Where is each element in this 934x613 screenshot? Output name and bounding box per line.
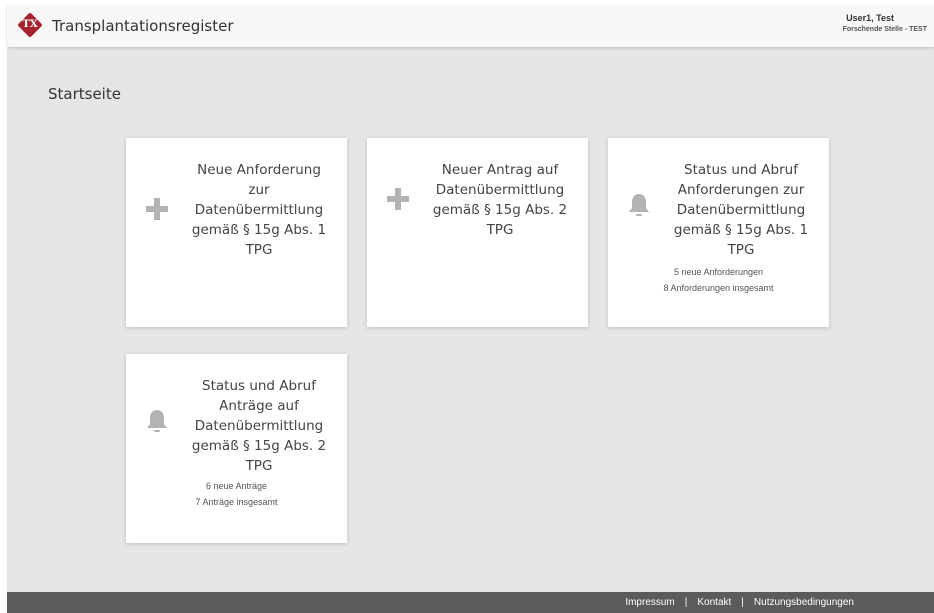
total-count: 8 Anforderungen insgesamt <box>663 283 774 293</box>
app-frame: TX Transplantationsregister User1, Test … <box>7 5 934 613</box>
nutzungsbedingungen-link[interactable]: Nutzungsbedingungen <box>754 597 854 608</box>
card-title-line: Neuer Antrag auf <box>441 162 559 178</box>
card-title-line: Datenübermittlung <box>676 202 806 218</box>
card-title-line: TPG <box>486 222 514 238</box>
card-title-line: Anträge auf <box>219 398 299 414</box>
card-status-requests[interactable]: Status und Abruf Anforderungen zur Daten… <box>608 138 829 327</box>
card-title-line: TPG <box>245 242 273 258</box>
new-count: 6 neue Anträge <box>205 481 268 491</box>
new-count: 5 neue Anforderungen <box>673 267 764 277</box>
user-role: Forschende Stelle - TEST <box>842 26 927 33</box>
card-title-line: TPG <box>727 242 755 258</box>
card-title-line: Neue Anforderung <box>197 162 321 178</box>
app-title[interactable]: Transplantationsregister <box>52 15 234 37</box>
footer-bar: Impressum | Kontakt | Nutzungsbedingungen <box>7 592 934 613</box>
card-title-line: gemäß § 15g Abs. 1 <box>191 222 327 238</box>
card-title-line: Datenübermittlung <box>435 182 565 198</box>
header-bar: TX Transplantationsregister User1, Test … <box>7 5 934 47</box>
plus-icon <box>387 188 409 210</box>
card-info: 5 neue Anforderungen 8 Anforderungen ins… <box>608 264 829 296</box>
plus-icon <box>146 198 168 220</box>
card-title: Status und Abruf Anforderungen zur Daten… <box>668 160 814 260</box>
card-title-line: Status und Abruf <box>684 162 798 178</box>
impressum-link[interactable]: Impressum <box>625 597 674 608</box>
footer-separator: | <box>741 597 744 608</box>
card-title-line: Datenübermittlung <box>194 418 324 434</box>
bell-icon <box>629 194 649 216</box>
card-title-line: Datenübermittlung <box>194 202 324 218</box>
tx-logo-text: TX <box>22 19 38 30</box>
card-title-line: TPG <box>245 458 273 474</box>
bell-icon <box>147 410 167 432</box>
card-title: Neuer Antrag auf Datenübermittlung gemäß… <box>427 160 573 240</box>
card-title-line: gemäß § 15g Abs. 2 <box>432 202 568 218</box>
user-name[interactable]: User1, Test <box>846 13 894 23</box>
card-title-line: zur <box>248 182 270 198</box>
card-title-line: gemäß § 15g Abs. 1 <box>673 222 809 238</box>
card-new-request[interactable]: Neue Anforderung zur Datenübermittlung g… <box>126 138 347 327</box>
footer-links: Impressum | Kontakt | Nutzungsbedingungen <box>625 592 854 613</box>
card-new-application[interactable]: Neuer Antrag auf Datenübermittlung gemäß… <box>367 138 588 327</box>
total-count: 7 Anträge insgesamt <box>195 497 278 507</box>
card-info: 6 neue Anträge 7 Anträge insgesamt <box>126 478 347 510</box>
card-status-applications[interactable]: Status und Abruf Anträge auf Datenübermi… <box>126 354 347 543</box>
footer-separator: | <box>684 597 688 608</box>
card-title-line: Anforderungen zur <box>677 182 805 198</box>
kontakt-link[interactable]: Kontakt <box>697 597 731 608</box>
card-title: Status und Abruf Anträge auf Datenübermi… <box>186 376 332 476</box>
page-title: Startseite <box>48 85 121 103</box>
card-title-line: gemäß § 15g Abs. 2 <box>191 438 327 454</box>
card-title-line: Status und Abruf <box>202 378 316 394</box>
card-title: Neue Anforderung zur Datenübermittlung g… <box>186 160 332 260</box>
